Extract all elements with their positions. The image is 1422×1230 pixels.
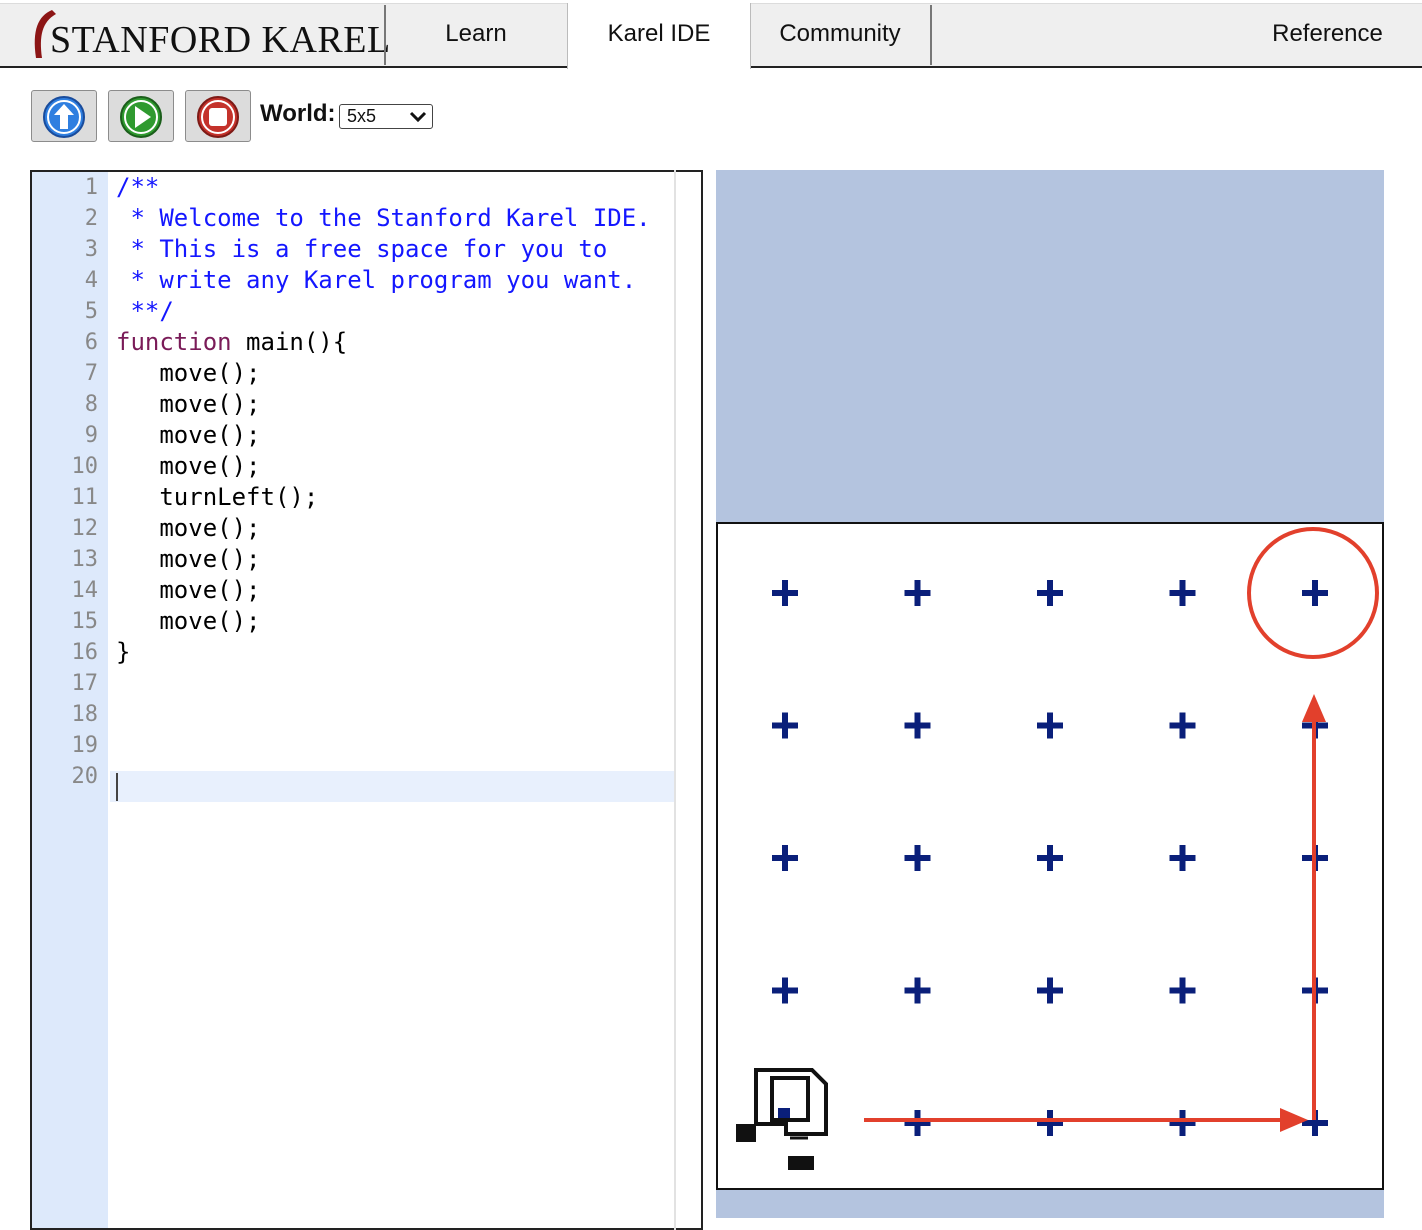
- active-line-highlight: [110, 771, 674, 802]
- nav-divider: [930, 5, 932, 65]
- world-label: World:: [260, 100, 336, 127]
- run-button[interactable]: [108, 90, 174, 142]
- world-select[interactable]: 5x5: [339, 104, 433, 129]
- chevron-down-icon: [409, 111, 427, 123]
- line-number: 11: [71, 485, 99, 510]
- code-line: move();: [116, 576, 261, 604]
- line-number: 15: [71, 609, 99, 634]
- line-number: 7: [84, 361, 98, 386]
- code-line: move();: [116, 390, 261, 418]
- tab-community[interactable]: Community: [750, 3, 930, 66]
- code-line: move();: [116, 545, 261, 573]
- code-line-rest: main(){: [231, 328, 348, 356]
- text-cursor: [116, 773, 118, 801]
- line-number: 9: [84, 423, 98, 448]
- code-line: move();: [116, 359, 261, 387]
- code-line: * write any Karel program you want.: [116, 266, 637, 294]
- code-line: turnLeft();: [116, 483, 319, 511]
- line-number: 14: [71, 578, 99, 603]
- line-number: 19: [71, 733, 99, 758]
- line-number: 1: [84, 175, 98, 200]
- code-line: }: [116, 638, 131, 666]
- line-number: 3: [84, 237, 98, 262]
- line-number: 18: [71, 702, 99, 727]
- code-editor[interactable]: 1 2 3 4 5 6 7 8 9 10 11 12 13 14 15 16 1…: [30, 170, 703, 1230]
- line-number: 8: [84, 392, 98, 417]
- stanford-karel-logo[interactable]: STANFORD KAREL: [30, 6, 390, 62]
- tab-karel-ide[interactable]: Karel IDE: [567, 3, 751, 69]
- editor-scroll-edge: [674, 170, 676, 1230]
- code-line: * Welcome to the Stanford Karel IDE.: [116, 204, 651, 232]
- code-line: move();: [116, 607, 261, 635]
- karel-world-canvas: [716, 522, 1384, 1190]
- code-line: **/: [116, 297, 174, 325]
- line-number: 16: [71, 640, 99, 665]
- logo-text: STANFORD KAREL: [50, 19, 391, 61]
- line-number: 20: [71, 764, 99, 789]
- play-icon: [120, 96, 162, 138]
- world-select-value: 5x5: [347, 106, 377, 126]
- line-number: 2: [84, 206, 98, 231]
- line-number: 6: [84, 330, 98, 355]
- stop-icon: [197, 96, 239, 138]
- up-arrow-icon: [43, 96, 85, 138]
- line-number: 5: [84, 299, 98, 324]
- stop-button[interactable]: [185, 90, 251, 142]
- code-line: /**: [116, 173, 160, 201]
- code-line: function main(){: [116, 327, 347, 358]
- code-line: move();: [116, 452, 261, 480]
- code-line: * This is a free space for you to: [116, 235, 608, 263]
- line-number: 4: [84, 268, 98, 293]
- code-line: move();: [116, 421, 261, 449]
- line-number: 17: [71, 671, 99, 696]
- top-navbar: STANFORD KAREL Learn Karel IDE Community…: [0, 0, 1422, 69]
- tab-reference[interactable]: Reference: [1240, 3, 1415, 66]
- line-number: 10: [71, 454, 99, 479]
- code-line: move();: [116, 514, 261, 542]
- line-number: 13: [71, 547, 99, 572]
- upload-button[interactable]: [31, 90, 97, 142]
- line-number: 12: [71, 516, 99, 541]
- keyword-function: function: [116, 328, 232, 356]
- tab-learn[interactable]: Learn: [386, 3, 566, 66]
